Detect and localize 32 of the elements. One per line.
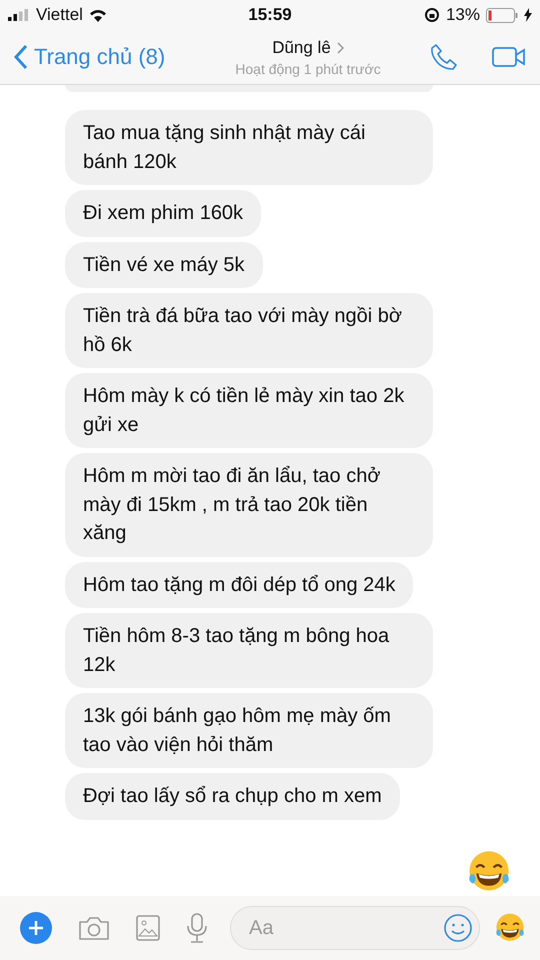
phone-icon[interactable] — [430, 43, 458, 71]
contact-name[interactable]: Dũng lê — [272, 38, 344, 58]
message-bubble: Tiền trà đá bữa tao với mày ngồi bờ hồ 6k — [65, 293, 433, 368]
active-status: Hoạt động 1 phút trước — [235, 60, 381, 76]
chevron-icon — [336, 42, 344, 54]
message-bubble: Tiền vé xe máy 5k — [65, 242, 263, 288]
message-bubble: Hôm tao tặng m đôi dép tổ ong 24k — [65, 562, 414, 608]
message-bubble: 13k gói bánh gạo hôm mẹ mày ốm tao vào viện hỏi thăm — [65, 693, 433, 768]
video-call-icon[interactable] — [492, 46, 526, 68]
signal-icon — [8, 9, 30, 21]
microphone-button[interactable] — [186, 913, 208, 943]
wifi-icon — [88, 8, 107, 22]
smiley-icon[interactable] — [443, 913, 473, 943]
like-emoji-button[interactable] — [494, 912, 526, 944]
rotation-lock-icon — [424, 7, 440, 23]
add-button[interactable] — [20, 912, 52, 944]
message-input[interactable]: Aa — [230, 906, 480, 950]
message-bubble: Tao mua tặng sinh nhật mày cái bánh 120k — [65, 110, 433, 185]
message-bubble: Hôm mày k có tiền lẻ mày xin tao 2k gửi xe — [65, 373, 433, 448]
battery-icon — [486, 8, 518, 22]
message-bubble: Đợi tao lấy sổ ra chụp cho m xem — [65, 773, 400, 820]
back-chevron-icon — [14, 44, 28, 70]
message-bubble: Đi xem phim 160k — [65, 190, 262, 236]
gallery-button[interactable] — [136, 915, 160, 941]
battery-percent: 13% — [446, 5, 480, 25]
clock-time: 15:59 — [248, 5, 292, 25]
charging-icon — [524, 8, 532, 22]
camera-button[interactable] — [78, 915, 110, 941]
carrier-name: Viettel — [36, 5, 83, 25]
plus-icon — [28, 920, 44, 936]
message-bubble: Hôm m mời tao đi ăn lẩu, tao chở mày đi 15km , m trả tao 20k tiền xăng — [65, 453, 433, 556]
message-bubble: Tiền hôm 8-3 tao tặng m bông hoa 12k — [65, 613, 433, 688]
